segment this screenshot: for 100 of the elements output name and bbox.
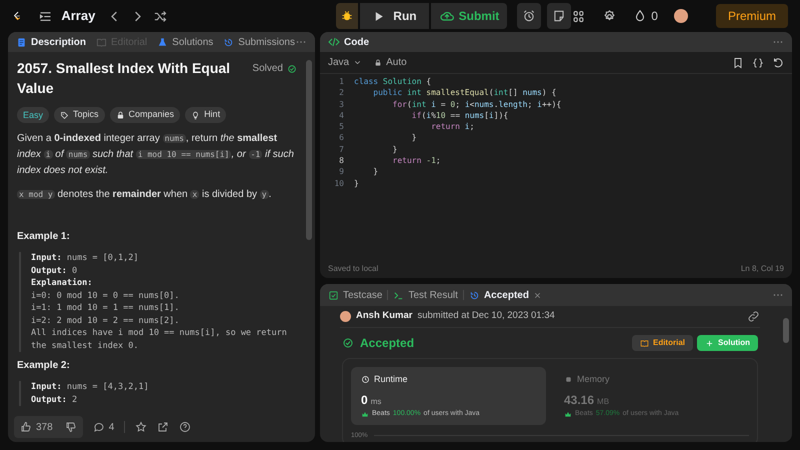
example-line: Input: nums = [0,1,2] xyxy=(31,252,140,264)
tab[interactable]: Submissions xyxy=(223,34,295,50)
metric-value: 43.16 xyxy=(564,392,594,408)
editorial-button[interactable]: Editorial xyxy=(632,335,693,351)
problem-list-button[interactable]: Array xyxy=(38,6,96,26)
code-line: return i; xyxy=(430,121,474,132)
tag-chip[interactable]: Companies xyxy=(110,107,180,123)
history-icon xyxy=(468,290,480,300)
reset-icon[interactable] xyxy=(772,56,784,68)
tab[interactable]: Description xyxy=(16,34,86,50)
grid-icon[interactable] xyxy=(571,8,586,24)
scrollbar-thumb[interactable] xyxy=(783,318,789,343)
tab[interactable]: Test Result xyxy=(393,288,458,302)
code-line: return -1; xyxy=(392,155,441,166)
notes-button[interactable] xyxy=(547,3,572,29)
line-number: 9 xyxy=(338,166,345,178)
metric-name: Memory xyxy=(577,373,610,386)
code-line: class Solution { xyxy=(354,76,432,88)
code-line: } xyxy=(354,178,359,189)
code-icon xyxy=(328,36,340,48)
metric-value: 0 xyxy=(361,392,368,408)
tab[interactable]: Testcase xyxy=(328,288,382,302)
example-line: Input: nums = [4,3,2,1] xyxy=(31,381,150,394)
line-number: 1 xyxy=(338,76,345,88)
bookmark-icon[interactable] xyxy=(732,56,744,68)
streak-counter[interactable]: 0 xyxy=(633,7,658,25)
code-line: public int smallestEqual(int[] nums) { xyxy=(372,87,556,99)
line-number: 2 xyxy=(338,87,345,99)
note-icon xyxy=(552,9,566,23)
run-button[interactable]: Run xyxy=(360,3,429,29)
history-icon xyxy=(223,36,234,48)
language-dropdown[interactable]: Java xyxy=(328,55,362,70)
example-line: Output: 2 xyxy=(31,394,78,406)
submit-button[interactable]: Submit xyxy=(430,3,508,29)
book-icon xyxy=(96,36,108,48)
metric-unit: ms xyxy=(370,396,382,408)
close-icon[interactable] xyxy=(532,290,542,300)
code-line: } xyxy=(372,166,378,178)
lock-icon xyxy=(374,58,382,66)
comment-icon xyxy=(92,421,105,433)
avatar xyxy=(340,311,351,322)
line-number: 5 xyxy=(338,121,345,132)
auto-mode-button[interactable]: Auto xyxy=(374,55,407,70)
example-line: All indices have i mod 10 == nums[i], so we return the smallest index 0. xyxy=(31,327,288,352)
avatar[interactable] xyxy=(674,9,688,23)
panel-title: Code xyxy=(328,34,369,50)
line-number: 4 xyxy=(338,110,345,122)
clock-icon xyxy=(361,375,370,384)
check-circle-icon xyxy=(287,64,297,74)
example-line: Explanation: xyxy=(31,277,94,290)
difficulty-badge: Easy xyxy=(17,107,50,123)
metric-unit: MB xyxy=(597,396,610,408)
line-number: 6 xyxy=(338,132,345,144)
lock-icon xyxy=(116,110,125,120)
check-circle-icon xyxy=(342,337,354,349)
verdict: Accepted xyxy=(342,334,414,352)
tab[interactable]: Accepted xyxy=(468,288,529,302)
comments-button[interactable]: 4 xyxy=(92,420,114,434)
terminal-icon xyxy=(393,290,404,300)
document-icon xyxy=(16,36,27,48)
book-icon xyxy=(640,338,649,348)
code-line: } xyxy=(410,132,417,144)
example-line: i=2: 2 mod 10 = 2 == nums[2]. xyxy=(31,314,180,327)
example-heading: Example 2: xyxy=(17,359,71,373)
thumbs-up-icon xyxy=(20,421,32,433)
braces-icon[interactable] xyxy=(752,56,764,68)
scrollbar-thumb[interactable] xyxy=(306,60,312,240)
problem-title: 2057. Smallest Index With Equal Value xyxy=(17,59,232,98)
plus-icon xyxy=(705,338,714,348)
example-heading: Example 1: xyxy=(17,230,71,244)
line-number: 8 xyxy=(338,155,345,166)
star-icon[interactable] xyxy=(135,421,148,433)
line-number: 10 xyxy=(333,178,345,189)
checkbox-icon xyxy=(328,290,339,300)
submission-time: submitted at Dec 10, 2023 01:34 xyxy=(417,309,555,324)
line-number: 3 xyxy=(338,98,345,110)
help-icon[interactable] xyxy=(179,421,192,433)
alarm-clock-icon xyxy=(522,9,536,23)
timer-button[interactable] xyxy=(517,3,542,29)
share-icon[interactable] xyxy=(157,421,170,433)
tag-chip[interactable]: Topics xyxy=(54,107,105,123)
user-name[interactable]: Ansh Kumar xyxy=(356,309,412,324)
thumbs-down-icon[interactable] xyxy=(64,421,77,433)
tag-chip[interactable]: Hint xyxy=(185,107,226,123)
cursor-position: Ln 8, Col 19 xyxy=(740,263,784,275)
flask-icon xyxy=(157,36,168,48)
shuffle-icon[interactable] xyxy=(153,8,168,24)
example-line: i=1: 1 mod 10 = 1 == nums[1]. xyxy=(31,302,180,314)
tag-icon xyxy=(60,110,70,120)
code-editor[interactable]: 1 class Solution { 2 public int smallestEqual(int[] nums) { 3 for(int i = 0; i<nums.length; i++){ 4 if(i%10 == nums[i]){ 5 return i; 6 } 7 } 8 return -1; 9 } 10 } xyxy=(320,74,792,260)
premium-button[interactable]: Premium xyxy=(716,4,788,28)
debug-button[interactable] xyxy=(336,3,358,29)
code-line: for(int i = 0; i<nums.length; i++){ xyxy=(392,98,562,110)
code-line: } xyxy=(392,144,398,156)
line-number: 7 xyxy=(338,144,345,156)
crown-icon xyxy=(361,410,369,418)
link-icon[interactable] xyxy=(747,310,760,323)
tab[interactable]: Solutions xyxy=(157,34,214,50)
example-line: Output: 0 xyxy=(31,264,78,277)
example-line: i=0: 0 mod 10 = 0 == nums[0]. xyxy=(31,290,180,302)
